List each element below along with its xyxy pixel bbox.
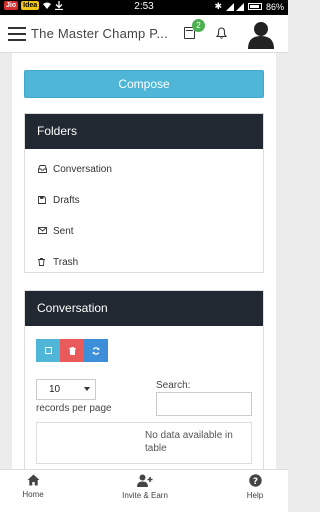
- app-title: The Master Champ P...: [31, 26, 168, 41]
- nav-home[interactable]: Home: [18, 474, 48, 499]
- inbox-icon: [38, 165, 47, 173]
- conversation-title: Conversation: [25, 291, 263, 326]
- battery-level: 86%: [265, 1, 284, 12]
- folders-panel: Folders Conversation Drafts Sent Trash: [24, 113, 264, 273]
- envelope-icon: [38, 227, 47, 234]
- folder-item-drafts[interactable]: Drafts: [25, 185, 263, 216]
- records-per-page-label: records per page: [36, 403, 112, 414]
- nav-home-label: Home: [22, 490, 44, 499]
- folder-item-sent[interactable]: Sent: [25, 216, 263, 247]
- empty-table-text: No data available in table: [145, 430, 233, 454]
- empty-table-message: No data available in table: [36, 422, 252, 464]
- home-icon: [27, 474, 39, 486]
- bell-icon[interactable]: [216, 27, 227, 39]
- trash-icon: [38, 258, 45, 266]
- toolbar: [36, 339, 108, 362]
- page-length-select[interactable]: 10: [36, 379, 96, 400]
- folders-title: Folders: [25, 114, 263, 149]
- folder-label: Trash: [53, 257, 79, 268]
- select-all-button[interactable]: [36, 339, 60, 362]
- add-user-icon: [137, 474, 153, 487]
- status-bar: Jio Idea 2:53 ✱ 86%: [0, 0, 288, 15]
- battery-icon: [247, 3, 262, 10]
- search-input[interactable]: [156, 392, 252, 416]
- page-length-value: 10: [49, 384, 61, 395]
- signal-icon: [225, 2, 244, 11]
- nav-invite-label: Invite & Earn: [122, 491, 168, 500]
- nav-help-label: Help: [246, 491, 264, 500]
- compose-button[interactable]: Compose: [24, 70, 264, 98]
- folder-label: Sent: [53, 226, 74, 237]
- svg-text:?: ?: [252, 477, 257, 487]
- nav-invite-earn[interactable]: Invite & Earn: [115, 474, 175, 500]
- bottom-nav: Home Invite & Earn ? Help: [0, 469, 288, 512]
- trash-icon: [68, 346, 76, 355]
- checkbox-icon: [44, 347, 52, 354]
- main-content: Compose Folders Conversation Drafts Sent…: [12, 53, 276, 469]
- folder-item-trash[interactable]: Trash: [25, 247, 263, 278]
- folder-item-conversation[interactable]: Conversation: [25, 154, 263, 185]
- search-label: Search:: [156, 380, 191, 391]
- refresh-button[interactable]: [84, 339, 108, 362]
- help-icon: ?: [248, 474, 262, 487]
- folder-label: Conversation: [53, 164, 112, 175]
- refresh-icon: [92, 346, 100, 355]
- save-icon: [38, 196, 46, 204]
- folder-label: Drafts: [53, 195, 80, 206]
- nav-help[interactable]: ? Help: [240, 474, 270, 500]
- conversation-panel: Conversation 10 records per page Search:…: [24, 290, 264, 469]
- delete-button[interactable]: [60, 339, 84, 362]
- calendar-badge: 2: [192, 19, 205, 32]
- avatar[interactable]: [246, 19, 276, 49]
- chevron-down-icon: [84, 387, 90, 391]
- bluetooth-icon: ✱: [214, 1, 222, 11]
- menu-icon[interactable]: [8, 27, 26, 41]
- app-header: The Master Champ P... 2: [0, 15, 288, 53]
